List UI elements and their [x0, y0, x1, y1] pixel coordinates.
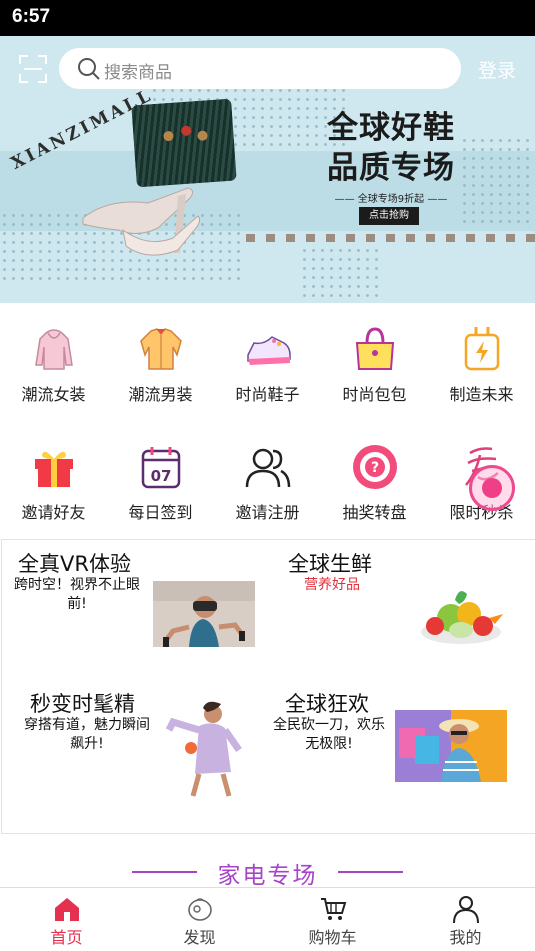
banner-dashes [246, 234, 535, 242]
profile-icon [453, 896, 479, 923]
category-lottery-wheel[interactable]: ? 抽奖转盘 [321, 421, 428, 539]
category-bags[interactable]: 时尚包包 [321, 303, 428, 421]
shopping-woman-image [395, 710, 507, 782]
promo-card-fresh[interactable]: 全球生鲜 营养好品 [269, 540, 535, 684]
banner-subtitle: —— 全球专场9折起 —— [334, 194, 448, 205]
gift-icon [35, 451, 73, 487]
category-label: 时尚鞋子 [235, 385, 300, 404]
users-icon [245, 448, 291, 488]
fresh-produce-image [421, 591, 503, 644]
charger-icon [464, 327, 500, 371]
handbag-icon [355, 327, 395, 370]
category-grid: 潮流女装 潮流男装 时尚鞋子 时尚包包 制造未来 邀请好友 07 每日签到 邀请… [0, 303, 535, 539]
section-title: 家电专场 [217, 863, 318, 889]
tab-home[interactable]: 首页 [0, 888, 133, 951]
svg-text:07: 07 [151, 467, 172, 485]
calendar-icon: 07 [141, 447, 181, 489]
svg-text:?: ? [371, 460, 379, 476]
vr-user-image [153, 581, 255, 647]
card-subtitle: 全民砍一刀，欢乐无极限! [273, 717, 385, 752]
tab-discover[interactable]: 发现 [133, 888, 266, 951]
category-womens-fashion[interactable]: 潮流女装 [0, 303, 107, 421]
card-title: 全球狂欢 [285, 692, 369, 716]
category-label: 邀请好友 [21, 503, 86, 522]
category-label: 潮流女装 [21, 385, 86, 404]
category-label: 抽奖转盘 [342, 503, 407, 522]
category-shoes[interactable]: 时尚鞋子 [214, 303, 321, 421]
login-link[interactable]: 登录 [478, 56, 516, 83]
card-title: 秒变时髦精 [30, 692, 135, 716]
banner-title: 全球好鞋 品质专场 [316, 108, 466, 188]
card-subtitle: 跨时空！视界不止眼前! [14, 577, 140, 612]
category-invite-friends[interactable]: 邀请好友 [0, 421, 107, 539]
lottery-wheel-icon: ? [353, 445, 397, 489]
sneaker-icon [247, 336, 291, 365]
discover-icon [188, 898, 212, 921]
tab-label: 购物车 [308, 928, 357, 947]
banner-dots [460, 136, 535, 226]
section-header: 家电专场 [0, 856, 535, 889]
floating-action-button[interactable] [469, 465, 515, 511]
category-mens-fashion[interactable]: 潮流男装 [107, 303, 214, 421]
card-title: 全球生鲜 [288, 552, 372, 576]
promo-cards: 全真VR体验 跨时空！视界不止眼前! 全球生鲜 营养好品 秒变时髦精 穿搭有道，… [1, 539, 535, 834]
search-input[interactable]: 搜索商品 [59, 48, 461, 89]
promo-card-vr[interactable]: 全真VR体验 跨时空！视界不止眼前! [2, 540, 269, 684]
sandal-image [82, 187, 201, 256]
fashion-model-image [165, 701, 242, 797]
hoodie-icon [35, 329, 73, 370]
category-label: 邀请注册 [235, 503, 300, 522]
bottom-tab-bar: 首页 发现 购物车 我的 [0, 887, 535, 951]
section-divider [338, 871, 403, 873]
category-label: 潮流男装 [128, 385, 193, 404]
category-label: 每日签到 [128, 503, 193, 522]
home-icon [55, 898, 79, 921]
card-title: 全真VR体验 [18, 552, 131, 576]
status-time: 6:57 [12, 6, 51, 27]
category-daily-checkin[interactable]: 07 每日签到 [107, 421, 214, 539]
banner-buy-button[interactable]: 点击抢购 [359, 207, 419, 225]
promo-card-carnival[interactable]: 全球狂欢 全民砍一刀，欢乐无极限! [269, 686, 535, 830]
tab-label: 首页 [50, 928, 83, 947]
tab-label: 我的 [449, 928, 482, 947]
category-future[interactable]: 制造未来 [428, 303, 535, 421]
tab-profile[interactable]: 我的 [399, 888, 532, 951]
shirt-icon [140, 328, 182, 370]
promo-card-fashion[interactable]: 秒变时髦精 穿搭有道，魅力瞬间飙升! [2, 686, 269, 830]
card-subtitle: 营养好品 [304, 577, 360, 593]
status-bar: 6:57 [0, 0, 535, 36]
cart-icon [321, 898, 347, 920]
card-subtitle: 穿搭有道，魅力瞬间飙升! [24, 717, 150, 752]
category-label: 时尚包包 [342, 385, 407, 404]
banner-title-line2: 品质专场 [327, 150, 455, 186]
banner-title-line1: 全球好鞋 [327, 110, 455, 146]
search-icon [78, 58, 100, 80]
search-placeholder: 搜索商品 [104, 63, 172, 83]
category-label: 制造未来 [449, 385, 514, 404]
scan-icon[interactable] [18, 54, 48, 84]
tab-cart[interactable]: 购物车 [266, 888, 399, 951]
category-invite-register[interactable]: 邀请注册 [214, 421, 321, 539]
tab-label: 发现 [183, 928, 216, 947]
banner-dots [300, 246, 380, 301]
